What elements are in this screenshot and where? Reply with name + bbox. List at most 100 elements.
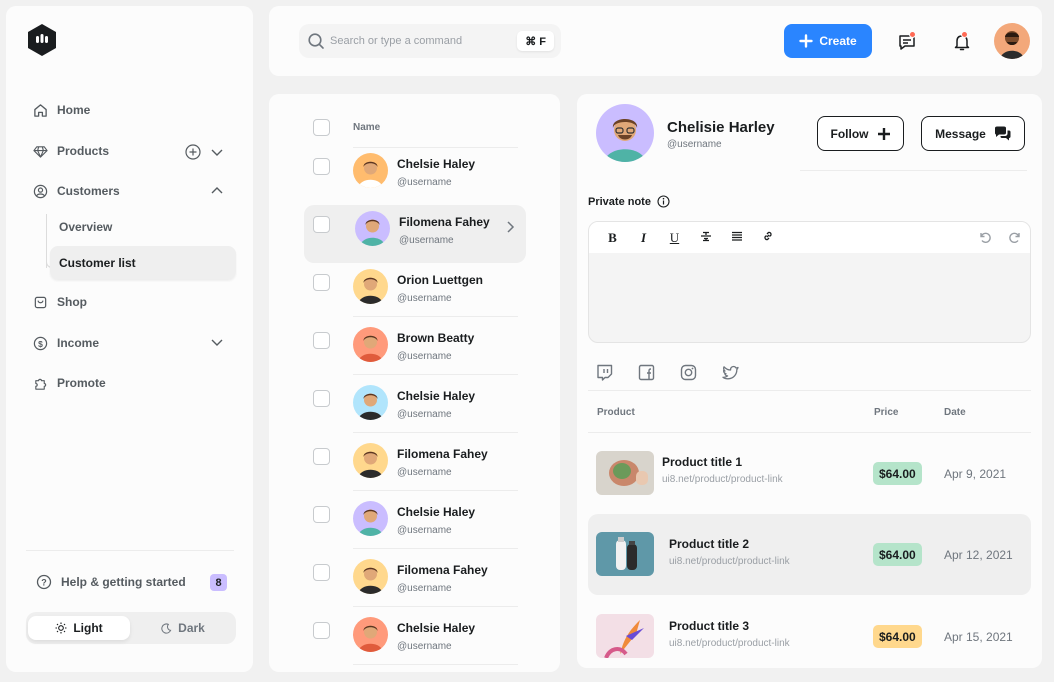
row-checkbox[interactable] — [313, 564, 330, 581]
product-row[interactable]: Product title 2 ui8.net/product/product-l… — [588, 514, 1031, 595]
row-checkbox[interactable] — [313, 332, 330, 349]
chevron-right-icon[interactable] — [503, 220, 517, 234]
redo-icon[interactable] — [1008, 230, 1022, 244]
nav-products[interactable]: Products — [32, 140, 109, 162]
row-checkbox[interactable] — [313, 390, 330, 407]
avatar-face-icon — [358, 335, 383, 362]
product-title[interactable]: Product title 3 — [669, 619, 749, 633]
undo-icon[interactable] — [978, 230, 992, 244]
product-title[interactable]: Product title 1 — [662, 455, 742, 469]
twitch-icon[interactable] — [596, 364, 613, 381]
product-title[interactable]: Product title 2 — [669, 537, 749, 551]
product-date: Apr 9, 2021 — [944, 467, 1007, 481]
customer-username: @username — [397, 467, 452, 478]
italic-button[interactable]: I — [628, 230, 659, 246]
row-divider — [353, 374, 518, 375]
sub-item-overview[interactable]: Overview — [59, 220, 112, 234]
list-icon — [731, 231, 742, 241]
product-thumbnail — [596, 614, 654, 658]
product-link[interactable]: ui8.net/product/product-link — [669, 638, 790, 649]
nav-income[interactable]: $ Income — [32, 332, 99, 354]
user-avatar[interactable] — [994, 23, 1030, 59]
avatar-face-icon — [360, 219, 385, 246]
product-row[interactable]: Product title 3 ui8.net/product/product-l… — [588, 596, 1031, 668]
puzzle-icon — [32, 375, 48, 391]
price-badge: $64.00 — [873, 543, 922, 566]
row-checkbox[interactable] — [313, 448, 330, 465]
note-label-text: Private note — [588, 195, 651, 208]
customer-avatar — [353, 559, 388, 594]
customer-name: Filomena Fahey — [397, 563, 488, 577]
product-date: Apr 12, 2021 — [944, 548, 1013, 562]
customer-username: @username — [399, 235, 454, 246]
product-date: Apr 15, 2021 — [944, 630, 1013, 644]
twitter-icon[interactable] — [722, 364, 739, 381]
product-thumbnail — [596, 532, 654, 576]
row-checkbox[interactable] — [313, 216, 330, 233]
strikethrough-button[interactable] — [690, 230, 721, 246]
plus-icon — [877, 127, 890, 140]
chevron-down-icon[interactable] — [209, 334, 225, 350]
nav-home[interactable]: Home — [32, 99, 90, 121]
logo-icon[interactable] — [26, 23, 58, 57]
nav-promote[interactable]: Promote — [32, 372, 106, 394]
row-checkbox[interactable] — [313, 274, 330, 291]
message-button[interactable]: Message — [921, 116, 1025, 151]
select-all-checkbox[interactable] — [313, 119, 330, 136]
row-checkbox[interactable] — [313, 506, 330, 523]
create-button[interactable]: Create — [784, 24, 872, 58]
nav-customers[interactable]: Customers — [32, 180, 120, 202]
nav-label: Promote — [57, 376, 106, 390]
info-icon[interactable] — [657, 195, 670, 208]
sub-item-label: Customer list — [59, 256, 136, 270]
underline-button[interactable]: U — [659, 230, 690, 246]
list-button[interactable] — [721, 230, 752, 246]
social-links — [596, 364, 739, 381]
row-divider — [353, 664, 518, 665]
private-note-editor[interactable]: B I U — [588, 221, 1031, 343]
search-bar[interactable]: ⌘ F — [299, 24, 561, 58]
link-button[interactable] — [752, 230, 783, 246]
nav-label: Customers — [57, 184, 120, 198]
column-header-name: Name — [353, 122, 381, 133]
search-input[interactable] — [330, 35, 510, 47]
column-header-date: Date — [944, 407, 966, 418]
theme-dark-button[interactable]: Dark — [132, 616, 234, 640]
row-divider — [353, 147, 518, 148]
product-link[interactable]: ui8.net/product/product-link — [669, 556, 790, 567]
help-link[interactable]: ? Help & getting started — [36, 574, 186, 590]
instagram-icon[interactable] — [680, 364, 697, 381]
avatar-face-icon — [358, 451, 383, 478]
customer-name: Chelsie Haley — [397, 157, 476, 171]
avatar-face-icon — [358, 393, 383, 420]
customer-avatar — [596, 104, 654, 162]
product-row[interactable]: Product title 1 ui8.net/product/product-l… — [588, 433, 1031, 514]
customer-username: @username — [397, 293, 452, 304]
row-checkbox[interactable] — [313, 622, 330, 639]
column-header-price: Price — [874, 407, 899, 418]
nav-label: Income — [57, 336, 100, 350]
topbar: ⌘ F Create — [269, 6, 1042, 76]
row-checkbox[interactable] — [313, 158, 330, 175]
add-circle-icon[interactable] — [185, 144, 201, 160]
customer-name: Brown Beatty — [397, 331, 475, 345]
bold-button[interactable]: B — [597, 230, 628, 246]
sub-item-customer-list[interactable]: Customer list — [50, 246, 236, 279]
help-icon: ? — [36, 574, 52, 590]
price-badge: $64.00 — [873, 462, 922, 485]
chevron-up-icon[interactable] — [209, 183, 225, 199]
customer-avatar — [353, 501, 388, 536]
row-divider — [353, 316, 518, 317]
customer-avatar — [353, 443, 388, 478]
facebook-icon[interactable] — [638, 364, 655, 381]
customer-name: Chelsie Haley — [397, 389, 476, 403]
nav-shop[interactable]: Shop — [32, 291, 87, 313]
product-link[interactable]: ui8.net/product/product-link — [662, 474, 783, 485]
customer-username: @username — [397, 583, 452, 594]
chevron-down-icon[interactable] — [209, 144, 225, 160]
theme-light-button[interactable]: Light — [28, 616, 130, 640]
nav-label: Products — [57, 144, 110, 158]
follow-button[interactable]: Follow — [817, 116, 904, 151]
avatar-face-icon — [358, 567, 383, 594]
help-count-badge: 8 — [210, 574, 227, 591]
